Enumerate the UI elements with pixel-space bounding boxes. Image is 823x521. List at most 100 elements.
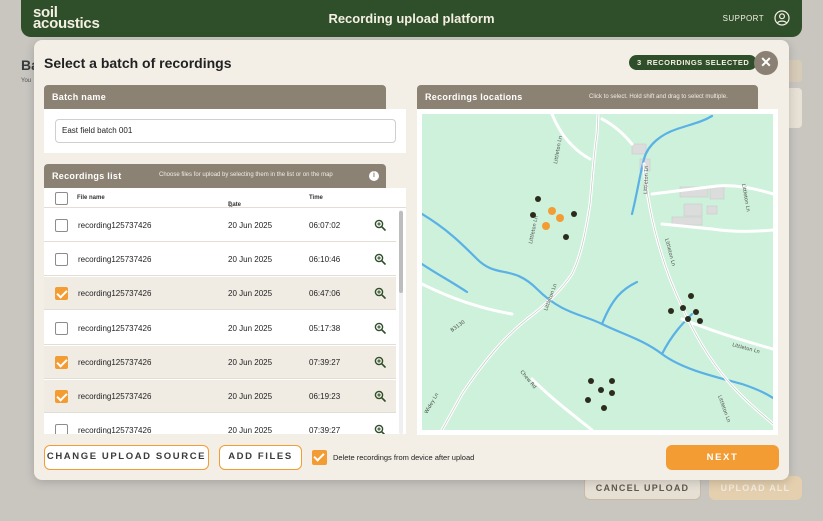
- list-scrollbar-thumb[interactable]: [399, 211, 403, 293]
- row-time: 07:39:27: [309, 426, 341, 434]
- table-row[interactable]: recording125737426 20 Jun 2025 06:47:06: [44, 277, 396, 311]
- map-marker: [688, 293, 694, 299]
- background-subtext: You: [21, 78, 32, 84]
- user-circle-icon[interactable]: [774, 10, 790, 26]
- batch-name-input[interactable]: East field batch 001: [55, 119, 396, 143]
- row-time: 06:10:46: [309, 255, 341, 265]
- row-date: 20 Jun 2025: [228, 255, 273, 265]
- row-date: 20 Jun 2025: [228, 221, 273, 230]
- table-row[interactable]: recording125737426 20 Jun 2025 06:07:02: [44, 209, 396, 242]
- sort-icon[interactable]: ⇅: [228, 202, 233, 209]
- map-marker: [601, 405, 607, 411]
- zoom-in-icon[interactable]: [374, 424, 386, 434]
- recordings-list: File name Date ⇅ Time recording125737426…: [44, 188, 406, 434]
- support-link[interactable]: SUPPORT: [723, 14, 764, 23]
- row-date: 20 Jun 2025: [228, 426, 273, 434]
- row-date: 20 Jun 2025: [228, 323, 273, 333]
- recordings-list-header: Recordings list Choose files for upload …: [44, 164, 386, 188]
- table-row[interactable]: recording125737426 20 Jun 2025 06:19:23: [44, 380, 396, 413]
- app-title: Recording upload platform: [328, 11, 495, 26]
- zoom-in-icon[interactable]: [374, 219, 386, 231]
- row-checkbox[interactable]: [55, 355, 68, 369]
- row-file-name: recording125737426: [78, 289, 152, 299]
- map-marker: [598, 387, 604, 393]
- row-date: 20 Jun 2025: [228, 289, 273, 299]
- row-time: 06:07:02: [309, 221, 341, 230]
- row-checkbox[interactable]: [55, 287, 68, 301]
- row-date: 20 Jun 2025: [228, 357, 273, 367]
- row-checkbox[interactable]: [55, 219, 68, 232]
- map-marker: [535, 196, 541, 202]
- map-marker-selected: [556, 214, 564, 222]
- recordings-locations-title: Recordings locations: [425, 92, 523, 102]
- top-bar: soil acoustics Recording upload platform…: [21, 0, 802, 37]
- info-icon[interactable]: i: [369, 171, 379, 181]
- map-marker: [697, 318, 703, 324]
- batch-name-panel: East field batch 001: [44, 109, 406, 153]
- map-hint: Click to select. Hold shift and drag to …: [589, 94, 728, 100]
- row-time: 07:39:27: [309, 357, 341, 367]
- map-marker: [585, 397, 591, 403]
- delete-after-upload-checkbox[interactable]: [312, 450, 327, 465]
- selected-count-badge: 3 RECORDINGS SELECTED: [629, 55, 758, 70]
- map-marker: [530, 212, 536, 218]
- map-marker: [680, 305, 686, 311]
- background-card: [788, 88, 802, 128]
- column-time[interactable]: Time: [309, 195, 323, 201]
- selected-count: 3: [637, 58, 642, 67]
- map-marker: [571, 211, 577, 217]
- table-row[interactable]: recording125737426 20 Jun 2025 07:39:27: [44, 414, 396, 434]
- zoom-in-icon[interactable]: [374, 287, 386, 300]
- row-file-name: recording125737426: [78, 255, 152, 265]
- background-badge: [788, 60, 802, 82]
- map-marker: [685, 316, 691, 322]
- map-marker: [609, 390, 615, 396]
- recordings-list-hint: Choose files for upload by selecting the…: [159, 172, 333, 178]
- zoom-in-icon[interactable]: [374, 253, 386, 265]
- row-file-name: recording125737426: [78, 426, 152, 434]
- add-files-button[interactable]: ADD FILES: [219, 445, 302, 470]
- map-panel: Littleton Ln Littleton Ln Littleton Ln L…: [417, 109, 778, 435]
- map-marker: [609, 378, 615, 384]
- select-all-checkbox[interactable]: [55, 192, 68, 205]
- row-time: 06:19:23: [309, 392, 341, 401]
- zoom-in-icon[interactable]: [374, 390, 386, 402]
- map-marker: [542, 222, 550, 230]
- modal-title: Select a batch of recordings: [44, 55, 232, 71]
- row-file-name: recording125737426: [78, 392, 152, 401]
- next-button[interactable]: NEXT: [666, 445, 779, 470]
- close-button[interactable]: ✕: [754, 51, 778, 75]
- zoom-in-icon[interactable]: [374, 356, 386, 368]
- map-marker-selected: [548, 207, 556, 215]
- change-upload-source-button[interactable]: CHANGE UPLOAD SOURCE: [44, 445, 209, 470]
- table-row[interactable]: recording125737426 20 Jun 2025 06:10:46: [44, 243, 396, 277]
- delete-after-upload-label: Delete recordings from device after uplo…: [333, 453, 475, 462]
- close-icon: ✕: [760, 54, 772, 70]
- row-time: 06:47:06: [309, 289, 341, 299]
- recordings-locations-header: Recordings locations Click to select. Ho…: [417, 85, 758, 109]
- row-file-name: recording125737426: [78, 221, 152, 230]
- list-column-headers: File name Date ⇅ Time: [44, 188, 406, 209]
- row-date: 20 Jun 2025: [228, 392, 273, 401]
- selected-badge-label: RECORDINGS SELECTED: [646, 58, 750, 67]
- batch-name-title: Batch name: [52, 92, 107, 102]
- map-marker: [588, 378, 594, 384]
- row-file-name: recording125737426: [78, 323, 152, 333]
- map-marker: [693, 309, 699, 315]
- select-batch-modal: Select a batch of recordings 3 RECORDING…: [34, 40, 789, 480]
- table-row[interactable]: recording125737426 20 Jun 2025 05:17:38: [44, 312, 396, 345]
- row-time: 05:17:38: [309, 323, 341, 333]
- batch-name-header: Batch name: [44, 85, 386, 109]
- row-checkbox[interactable]: [55, 390, 68, 403]
- road-label: Littleton Ln: [643, 166, 650, 194]
- row-checkbox[interactable]: [55, 321, 68, 335]
- row-checkbox[interactable]: [55, 424, 68, 434]
- recordings-map[interactable]: Littleton Ln Littleton Ln Littleton Ln L…: [422, 114, 773, 430]
- recordings-list-title: Recordings list: [52, 171, 122, 181]
- map-marker: [563, 234, 569, 240]
- column-file-name[interactable]: File name: [77, 195, 105, 201]
- table-row[interactable]: recording125737426 20 Jun 2025 07:39:27: [44, 345, 396, 379]
- zoom-in-icon[interactable]: [374, 322, 386, 334]
- row-checkbox[interactable]: [55, 253, 68, 267]
- row-file-name: recording125737426: [78, 357, 152, 367]
